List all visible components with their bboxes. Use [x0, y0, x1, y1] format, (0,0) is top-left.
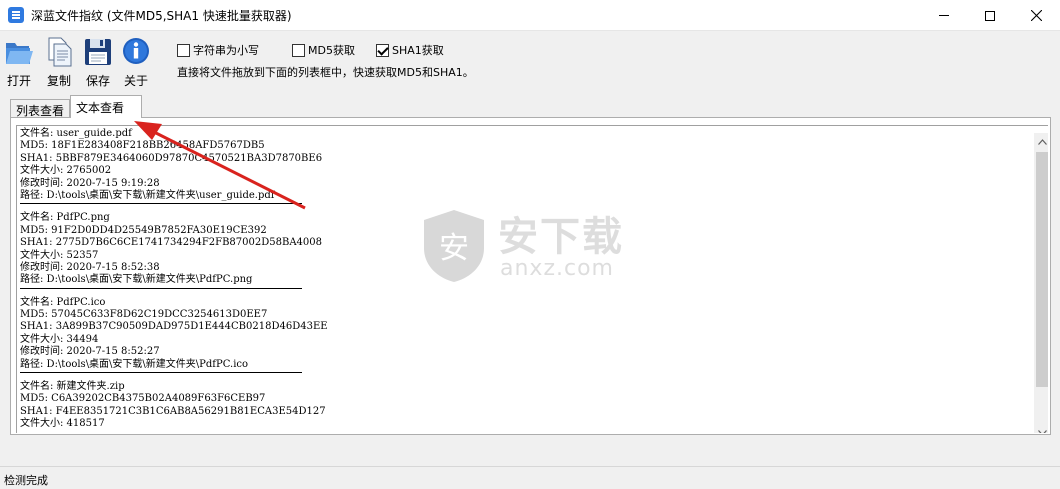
scrollbar-thumb[interactable]	[1036, 152, 1048, 387]
copy-documents-icon	[48, 37, 72, 67]
tab-list-view[interactable]: 列表查看	[10, 99, 70, 118]
file-md5-line: MD5: C6A39202CB4375B02A4089F63F6CEB97	[20, 393, 266, 405]
file-mtime-line: 修改时间: 2020-7-15 8:52:27	[20, 346, 160, 358]
file-name-line: 文件名: PdfPC.ico	[20, 296, 106, 308]
vertical-scrollbar[interactable]	[1034, 133, 1048, 433]
file-entry: 文件名: PdfPC.ico MD5: 57045C633F8D62C19DCC…	[20, 296, 1020, 374]
watermark-brand: 安下载	[498, 214, 624, 260]
lowercase-option[interactable]: 字符串为小写	[177, 42, 259, 58]
watermark: 安 安下载 anxz.com	[420, 200, 640, 290]
info-icon	[123, 38, 149, 64]
file-sha1-line: SHA1: 5BBF879E3464060D97870C4570521BA3D7…	[20, 152, 323, 164]
floppy-disk-icon	[85, 39, 111, 65]
save-label: 保存	[85, 74, 110, 88]
file-name-line: 文件名: 新建文件夹.zip	[20, 381, 125, 393]
scroll-up-button[interactable]	[1034, 133, 1048, 150]
file-sha1-line: SHA1: 3A899B37C90509DAD975D1E444CB0218D4…	[20, 321, 328, 333]
minimize-button[interactable]	[921, 0, 967, 31]
open-button[interactable]: 打开	[1, 36, 37, 88]
entry-separator	[20, 372, 302, 374]
file-name-line: 文件名: user_guide.pdf	[20, 128, 132, 139]
lowercase-label: 字符串为小写	[193, 44, 259, 57]
sha1-checkbox[interactable]	[376, 43, 389, 57]
sha1-label: SHA1获取	[392, 44, 444, 57]
about-button[interactable]: 关于	[118, 36, 154, 88]
close-button[interactable]	[1013, 0, 1059, 31]
open-label: 打开	[6, 74, 31, 88]
maximize-button[interactable]	[967, 0, 1013, 31]
window-title: 深蓝文件指纹 (文件MD5,SHA1 快速批量获取器)	[31, 9, 292, 23]
lowercase-checkbox[interactable]	[177, 43, 190, 57]
file-size-line: 文件大小: 2765002	[20, 165, 112, 177]
entry-separator	[20, 203, 302, 205]
watermark-domain: anxz.com	[500, 256, 614, 281]
app-icon	[8, 7, 24, 23]
file-path-line: 路径: D:\tools\桌面\安下载\新建文件夹\PdfPC.ico	[20, 358, 249, 370]
md5-option[interactable]: MD5获取	[292, 42, 355, 58]
close-icon	[1030, 10, 1042, 21]
copy-button[interactable]: 复制	[41, 36, 77, 88]
tab-text-view[interactable]: 文本查看	[70, 95, 142, 118]
chevron-up-icon	[1038, 138, 1047, 145]
copy-label: 复制	[46, 74, 71, 88]
shield-glyph: 安	[439, 231, 469, 266]
file-md5-line: MD5: 18F1E283408F218BB26458AFD5767DB5	[20, 140, 265, 152]
md5-label: MD5获取	[308, 44, 355, 57]
md5-checkbox[interactable]	[292, 43, 305, 57]
scroll-down-button[interactable]	[1034, 424, 1048, 433]
sha1-option[interactable]: SHA1获取	[376, 42, 444, 58]
file-mtime-line: 修改时间: 2020-7-15 9:19:28	[20, 177, 160, 189]
drag-drop-hint: 直接将文件拖放到下面的列表框中，快速获取MD5和SHA1。	[177, 66, 474, 79]
save-button[interactable]: 保存	[80, 36, 116, 88]
entry-separator	[20, 287, 302, 289]
toolbar: 打开 复制 保存 关于	[0, 32, 1060, 88]
status-bar: 检测完成	[0, 466, 1060, 489]
status-text: 检测完成	[4, 474, 48, 487]
file-sha1-line: SHA1: F4EE8351721C3B1C6AB8A56291B81ECA3E…	[20, 405, 326, 417]
file-entry: 文件名: 新建文件夹.zip MD5: C6A39202CB4375B02A40…	[20, 381, 1020, 431]
about-label: 关于	[123, 74, 148, 88]
folder-open-icon	[6, 43, 33, 64]
title-bar: 深蓝文件指纹 (文件MD5,SHA1 快速批量获取器)	[0, 0, 1060, 31]
file-md5-line: MD5: 57045C633F8D62C19DCC3254613D0EE7	[20, 309, 268, 321]
maximize-icon	[985, 10, 995, 21]
minimize-icon	[939, 15, 949, 16]
file-size-line: 文件大小: 418517	[20, 418, 105, 430]
file-size-line: 文件大小: 34494	[20, 333, 99, 345]
shield-logo-icon: 安	[424, 210, 484, 282]
file-entry: 文件名: user_guide.pdf MD5: 18F1E283408F218…	[20, 128, 1020, 205]
chevron-down-icon	[1038, 429, 1047, 433]
